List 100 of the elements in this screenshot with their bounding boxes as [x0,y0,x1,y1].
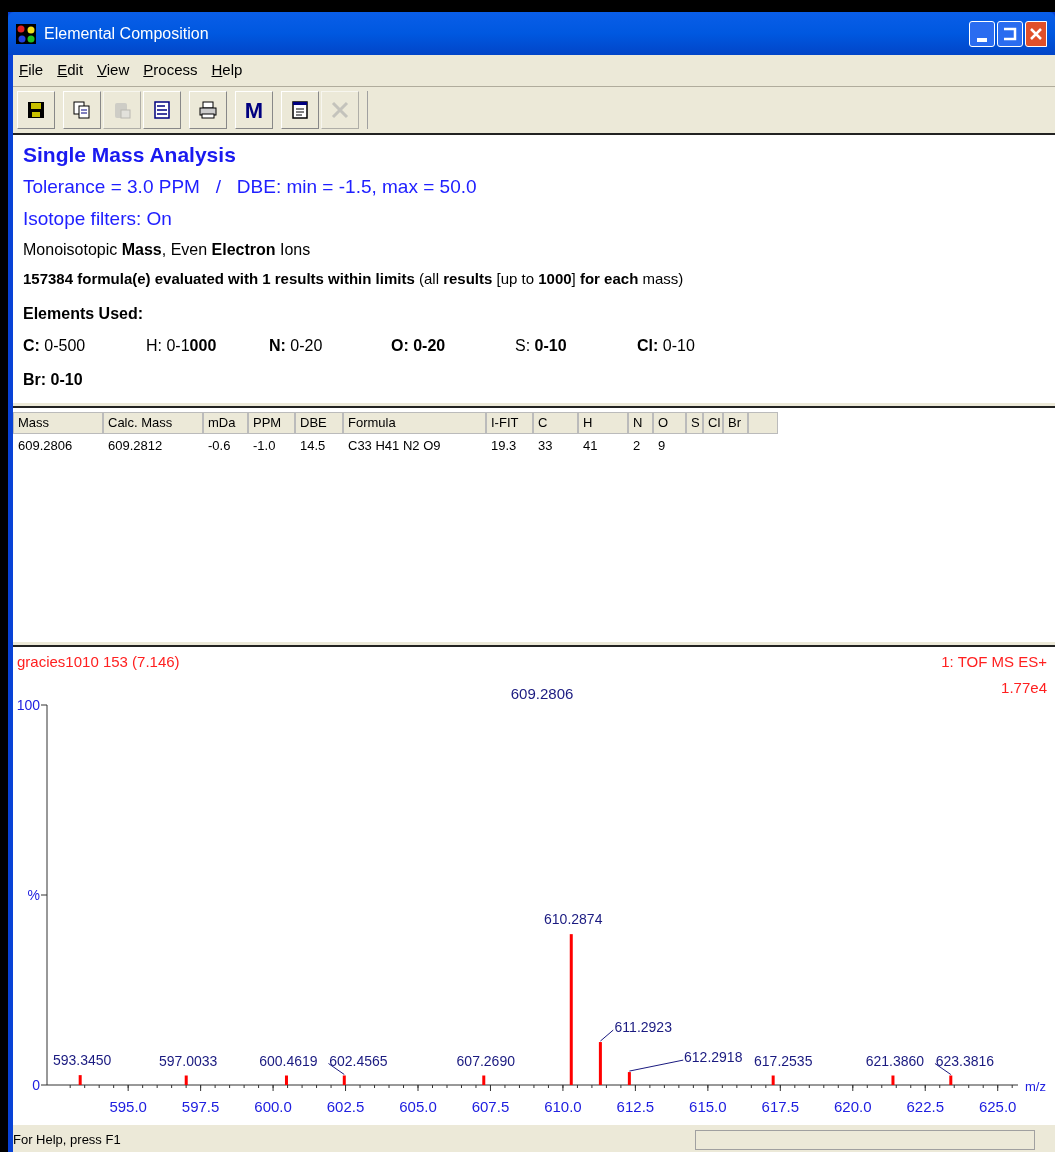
x-tick-label: 597.5 [181,1098,220,1115]
minimize-button[interactable] [969,20,995,47]
column-header[interactable]: N [628,412,653,434]
elements-heading: Elements Used: [23,304,145,324]
peak-label: 617.2535 [754,1052,813,1069]
column-header[interactable]: Mass [13,412,103,434]
toolbar-button[interactable] [143,91,181,129]
x-tick-label: 622.5 [906,1098,944,1115]
sample-label: gracies1010 153 (7.146) [17,653,180,670]
peak-label: 621.3860 [865,1052,925,1069]
peak-label: 602.4565 [329,1052,388,1069]
peak-bar [771,1075,775,1085]
peak-bar [284,1075,288,1085]
column-header[interactable]: Formula [343,412,486,434]
toolbar-button[interactable]: M [235,91,273,129]
x-tick-label: 612.5 [616,1098,655,1115]
x-tick-label: 600.0 [254,1098,292,1115]
peak-bar [342,1075,346,1085]
window-icon [290,100,310,120]
column-header[interactable]: I-FIT [486,412,533,434]
status-text: For Help, press F1 [13,1131,121,1150]
peak-label: 612.2918 [684,1049,743,1066]
peak-bar [78,1075,82,1085]
column-header[interactable]: Br [723,412,748,434]
peak-bar [482,1075,486,1085]
table-cell-text: C33 H41 N2 O9 [347,437,442,455]
column-header[interactable]: mDa [203,412,248,434]
table-cell-text: 609.2812 [107,437,164,455]
element-range: C: 0-500 [23,336,87,356]
column-header[interactable]: C [533,412,578,434]
x-tick-label: 605.0 [399,1098,437,1115]
table-cell-text: -0.6 [207,437,232,455]
menu-item[interactable]: Help [209,59,245,82]
leader-line [628,1059,684,1072]
element-range: Cl: 0-10 [637,336,696,356]
table-cell-text: 33 [537,437,554,455]
cross-icon [330,100,350,120]
copy-icon [72,100,92,120]
maximize-button[interactable] [997,20,1023,47]
menu-item[interactable]: View [95,59,132,82]
y-tick-label: 0 [32,1077,40,1093]
x-tick-label: 620.0 [834,1098,872,1115]
toolbar-button[interactable] [281,91,319,129]
x-tick-label: 617.5 [761,1098,800,1115]
peak-bar [949,1075,953,1085]
peak-label: 600.4619 [259,1052,318,1069]
menu-item[interactable]: Edit [55,59,86,82]
column-header[interactable]: PPM [248,412,295,434]
scan-label: 1: TOF MS ES+ [941,653,1047,670]
element-range: Br: 0-10 [23,370,84,390]
x-tick-label: 610.0 [544,1098,582,1115]
x-tick-label: 602.5 [326,1098,365,1115]
menu-item[interactable]: Process [141,59,200,82]
column-header[interactable]: H [578,412,628,434]
x-tick-label: 595.0 [109,1098,147,1115]
minimize-icon [977,37,987,42]
table-cell-text: 2 [632,437,642,455]
x-tick-label: 607.5 [471,1098,510,1115]
menu-item[interactable]: File [17,59,46,82]
tolerance-text: Tolerance = 3.0 PPM / DBE: min = -1.5, max = 50.0 [23,174,478,199]
evaluated-summary: 157384 formula(e) evaluated with 1 results within limits (all results [up to 1000] for each mass) [23,268,685,289]
isotope-filter-text: Isotope filters: On [23,207,173,231]
table-cell-text: 41 [582,437,599,455]
peak-label: 610.2874 [544,911,603,928]
base-peak-label: 609.2806 [510,685,574,702]
peak-label: 597.0033 [159,1052,218,1069]
element-range: S: 0-10 [515,336,568,356]
y-tick-label: % [27,887,40,903]
toolbar-button[interactable] [17,91,55,129]
peak-bar [891,1075,895,1085]
column-header[interactable]: O [653,412,686,434]
mass-mode-text: Monoisotopic Mass, Even Electron Ions [23,239,312,260]
app-icon [16,23,36,44]
axis-label: m/z [1025,1079,1046,1094]
peak-label: 623.3816 [935,1052,995,1069]
document-icon [152,100,172,120]
table-cell-text: 9 [657,437,667,455]
column-header[interactable]: DBE [295,412,343,434]
peak-bar [627,1072,631,1085]
save-icon [26,100,46,120]
element-range: O: 0-20 [391,336,447,356]
table-cell-text: 19.3 [490,437,518,455]
column-header[interactable]: Cl [703,412,723,434]
column-header[interactable]: S [686,412,703,434]
column-header[interactable]: Calc. Mass [103,412,203,434]
close-button[interactable] [1025,20,1047,47]
leader-line [599,1029,614,1042]
printer-icon [198,100,218,120]
analysis-title: Single Mass Analysis [23,142,237,168]
peak-label: 611.2923 [614,1019,672,1036]
x-tick-label: 615.0 [689,1098,727,1115]
peak-bar [184,1075,188,1085]
intensity-label: 1.77e4 [1001,679,1047,696]
element-range: N: 0-20 [269,336,324,356]
maximize-icon [1003,26,1017,41]
peak-label: 593.3450 [53,1052,112,1069]
peak-bar [598,1042,602,1085]
table-cell-text: 14.5 [299,437,327,455]
table-cell-text: -1.0 [252,437,277,455]
element-range: H: 0-1000 [146,336,218,356]
